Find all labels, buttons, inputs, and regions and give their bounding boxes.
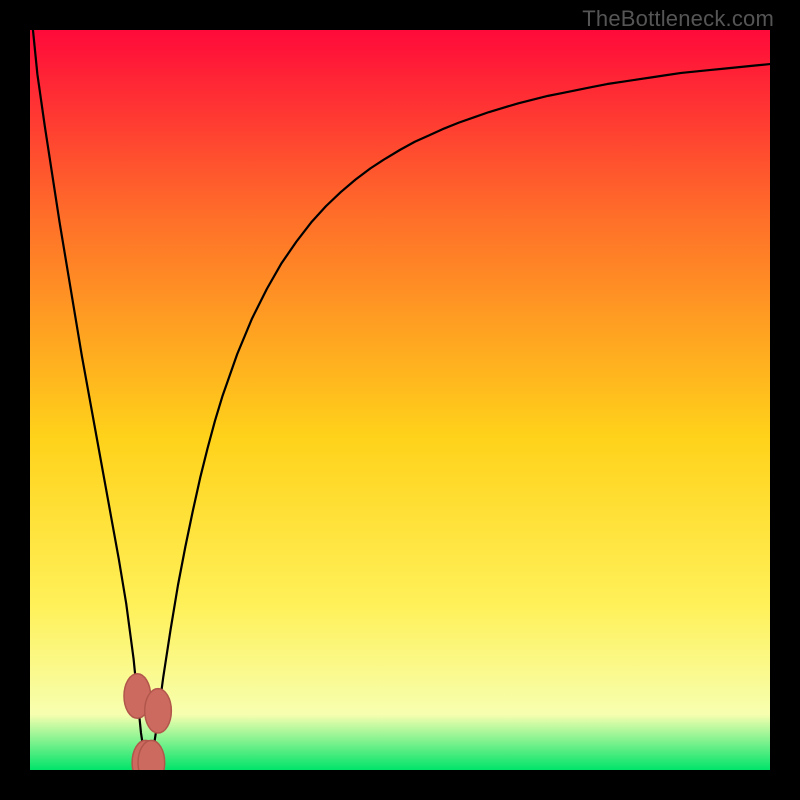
marker-dot: [145, 689, 172, 733]
plot-area: [30, 30, 770, 770]
gradient-bg: [30, 30, 770, 770]
figure-frame: TheBottleneck.com: [0, 0, 800, 800]
plot-svg: [30, 30, 770, 770]
watermark-label: TheBottleneck.com: [582, 6, 774, 32]
